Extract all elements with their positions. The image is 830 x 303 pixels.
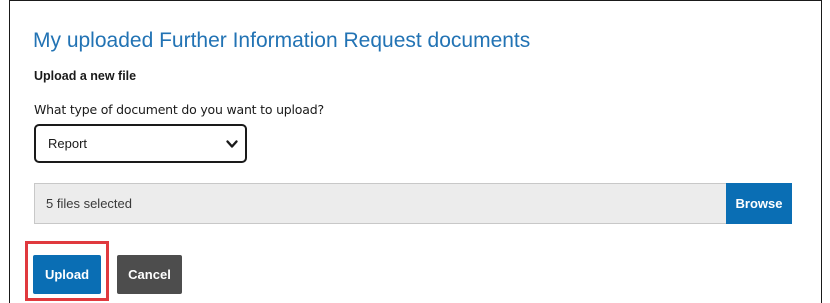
document-type-label: What type of document do you want to upl… <box>34 102 324 117</box>
page-title: My uploaded Further Information Request … <box>33 29 531 52</box>
file-selection-status: 5 files selected <box>46 196 132 211</box>
cancel-button[interactable]: Cancel <box>117 255 182 294</box>
document-type-select[interactable]: Report <box>34 124 247 163</box>
upload-button[interactable]: Upload <box>33 255 101 294</box>
file-input-field[interactable]: 5 files selected <box>34 183 730 224</box>
browse-button[interactable]: Browse <box>726 183 792 224</box>
chevron-down-icon <box>226 140 238 148</box>
upload-panel: My uploaded Further Information Request … <box>9 0 822 303</box>
document-type-selected-value: Report <box>48 136 88 151</box>
upload-subheading: Upload a new file <box>34 69 137 83</box>
